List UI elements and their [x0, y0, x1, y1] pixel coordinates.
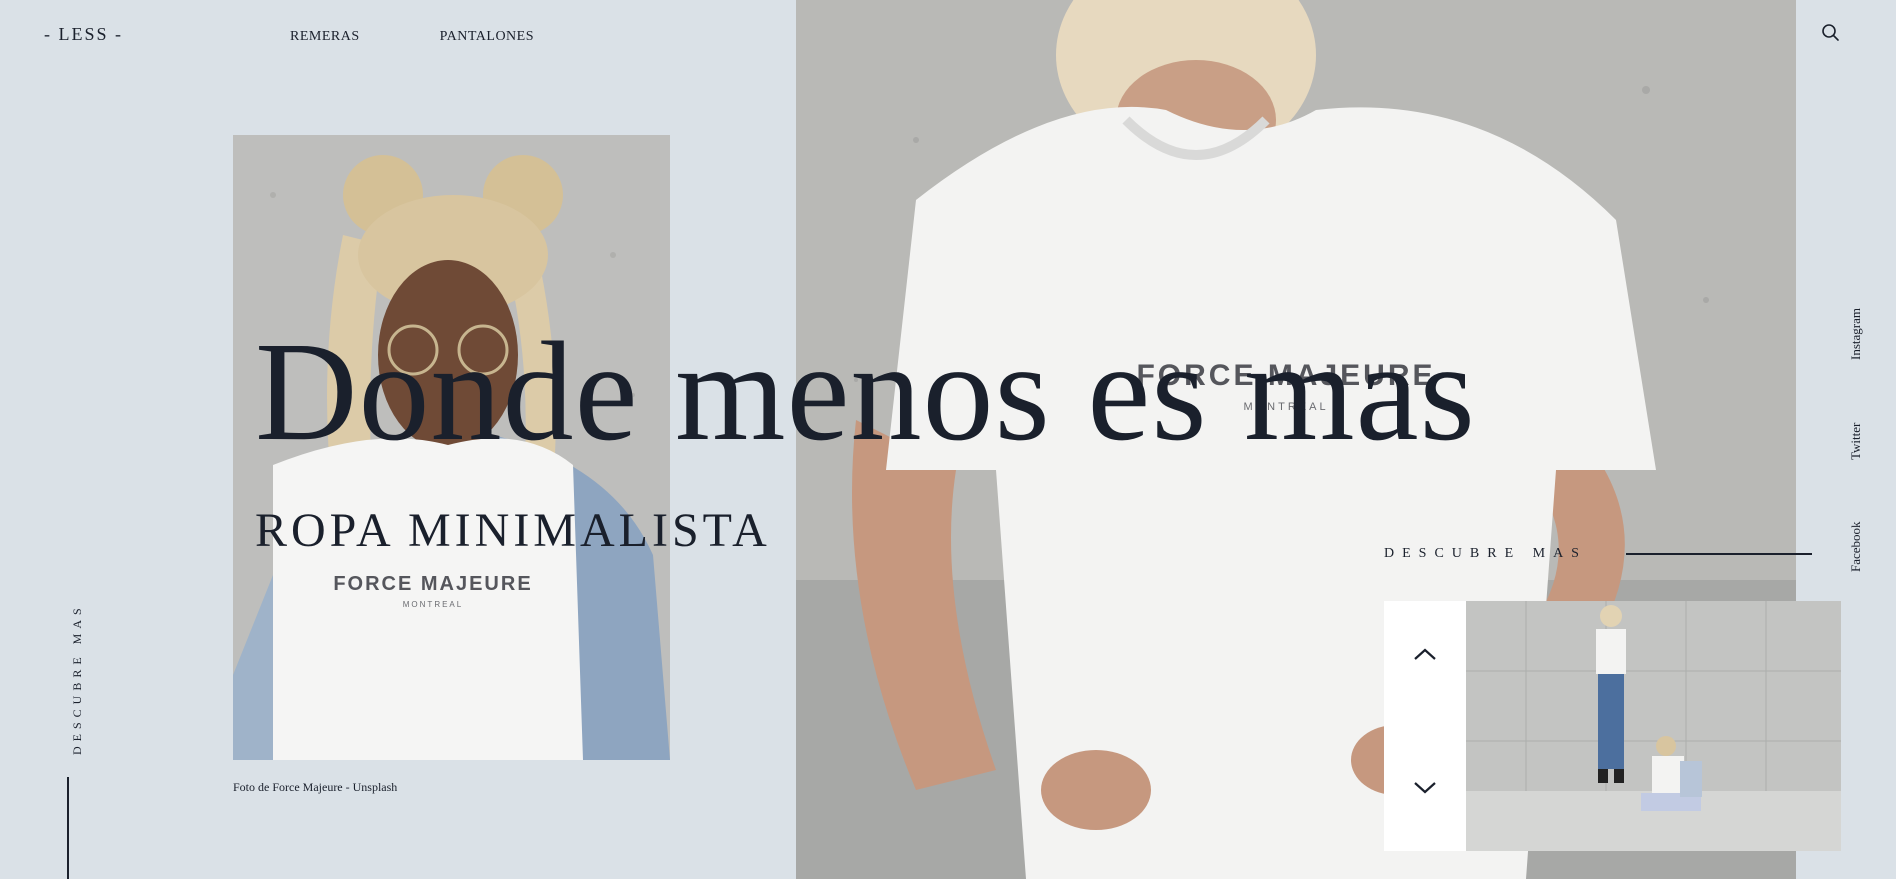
- slider-photo-illustration: [1466, 601, 1841, 851]
- portrait-shirt-subprint: MONTREAL: [403, 600, 463, 609]
- main-nav: REMERAS PANTALONES: [290, 29, 534, 45]
- social-facebook: Facebook: [1848, 521, 1864, 572]
- hero-subheadline: ROPA MINIMALISTA: [255, 504, 771, 557]
- social-twitter: Twitter: [1848, 423, 1864, 460]
- slider-controls: [1384, 601, 1466, 851]
- discover-line: [1626, 553, 1812, 555]
- chevron-up-icon: [1414, 648, 1436, 660]
- image-slider: [1384, 601, 1841, 851]
- photo-caption: Foto de Force Majeure - Unsplash: [233, 780, 398, 794]
- hero-headline: Donde menos es mas: [255, 312, 1476, 470]
- slider-prev-button[interactable]: [1410, 639, 1440, 669]
- instagram-link[interactable]: Instagram: [1848, 308, 1863, 360]
- portrait-shirt-print: FORCE MAJEURE: [333, 573, 532, 595]
- facebook-link[interactable]: Facebook: [1848, 521, 1863, 572]
- search-button[interactable]: [1820, 22, 1842, 44]
- nav-item-remeras[interactable]: REMERAS: [290, 29, 360, 45]
- side-discover-link[interactable]: DESCUBRE MAS: [70, 603, 85, 755]
- slider-next-button[interactable]: [1410, 773, 1440, 803]
- search-icon: [1822, 24, 1839, 41]
- side-divider-line: [67, 777, 69, 879]
- nav-item-pantalones[interactable]: PANTALONES: [440, 29, 534, 45]
- logo[interactable]: - LESS -: [44, 24, 123, 45]
- slider-image[interactable]: [1466, 601, 1841, 851]
- discover-more-link[interactable]: DESCUBRE MAS: [1384, 546, 1587, 562]
- twitter-link[interactable]: Twitter: [1848, 423, 1863, 460]
- chevron-down-icon: [1414, 782, 1436, 794]
- social-instagram: Instagram: [1848, 308, 1864, 360]
